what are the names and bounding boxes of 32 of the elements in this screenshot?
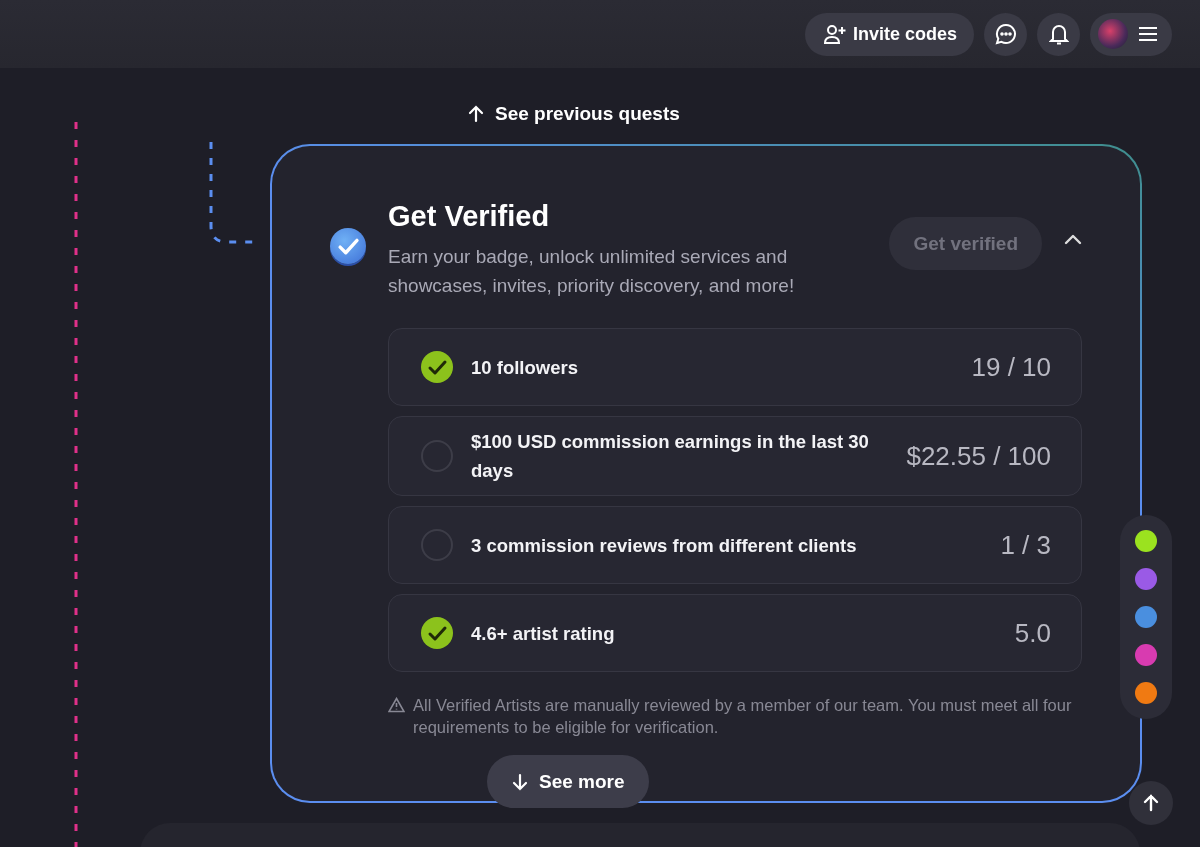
- menu-icon: [1138, 26, 1158, 42]
- progress-count: 19 / 10: [971, 351, 1051, 383]
- scroll-to-top-button[interactable]: [1129, 781, 1173, 825]
- warning-icon: [388, 697, 405, 713]
- quest-badge-icon[interactable]: [1135, 606, 1157, 628]
- quest-badge-icon[interactable]: [1135, 682, 1157, 704]
- progress-count: $22.55 / 100: [906, 440, 1051, 472]
- requirement-label: 3 commission reviews from different clients: [471, 533, 858, 558]
- arrow-up-icon: [1142, 794, 1160, 812]
- progress-count: 1 / 3: [1000, 529, 1051, 561]
- notifications-button[interactable]: [1037, 12, 1080, 56]
- requirement-label: $100 USD commission earnings in the last 30 days: [471, 430, 870, 483]
- chat-bubble-icon: [994, 23, 1017, 45]
- verified-badge-icon: [330, 228, 366, 264]
- quest-description: Earn your badge, unlock unlimited services and showcases, invites, priority discovery, and more!: [388, 245, 796, 298]
- see-more-button[interactable]: See more: [487, 755, 649, 808]
- quest-badge-icon[interactable]: [1135, 530, 1157, 552]
- quest-title: Get Verified: [388, 200, 551, 232]
- arrow-up-icon: [467, 105, 485, 123]
- invite-codes-button[interactable]: Invite codes: [804, 12, 974, 56]
- verification-note: All Verified Artists are manually reviewed by a member of our team. You must meet all four requirements to be eligible for verification.: [413, 695, 1073, 738]
- see-previous-quests-link[interactable]: See previous quests: [467, 103, 680, 125]
- progress-count: 5.0: [1014, 617, 1051, 649]
- bell-icon: [1048, 23, 1069, 45]
- profile-menu-button[interactable]: [1090, 12, 1172, 56]
- add-user-icon: [822, 23, 847, 45]
- chevron-icon[interactable]: [1064, 233, 1082, 245]
- arrow-down-icon: [511, 772, 529, 791]
- chat-button[interactable]: [984, 12, 1027, 56]
- requirement-label: 4.6+ artist rating: [471, 621, 616, 646]
- requirement-label: 10 followers: [471, 355, 579, 380]
- avatar: [1098, 19, 1128, 49]
